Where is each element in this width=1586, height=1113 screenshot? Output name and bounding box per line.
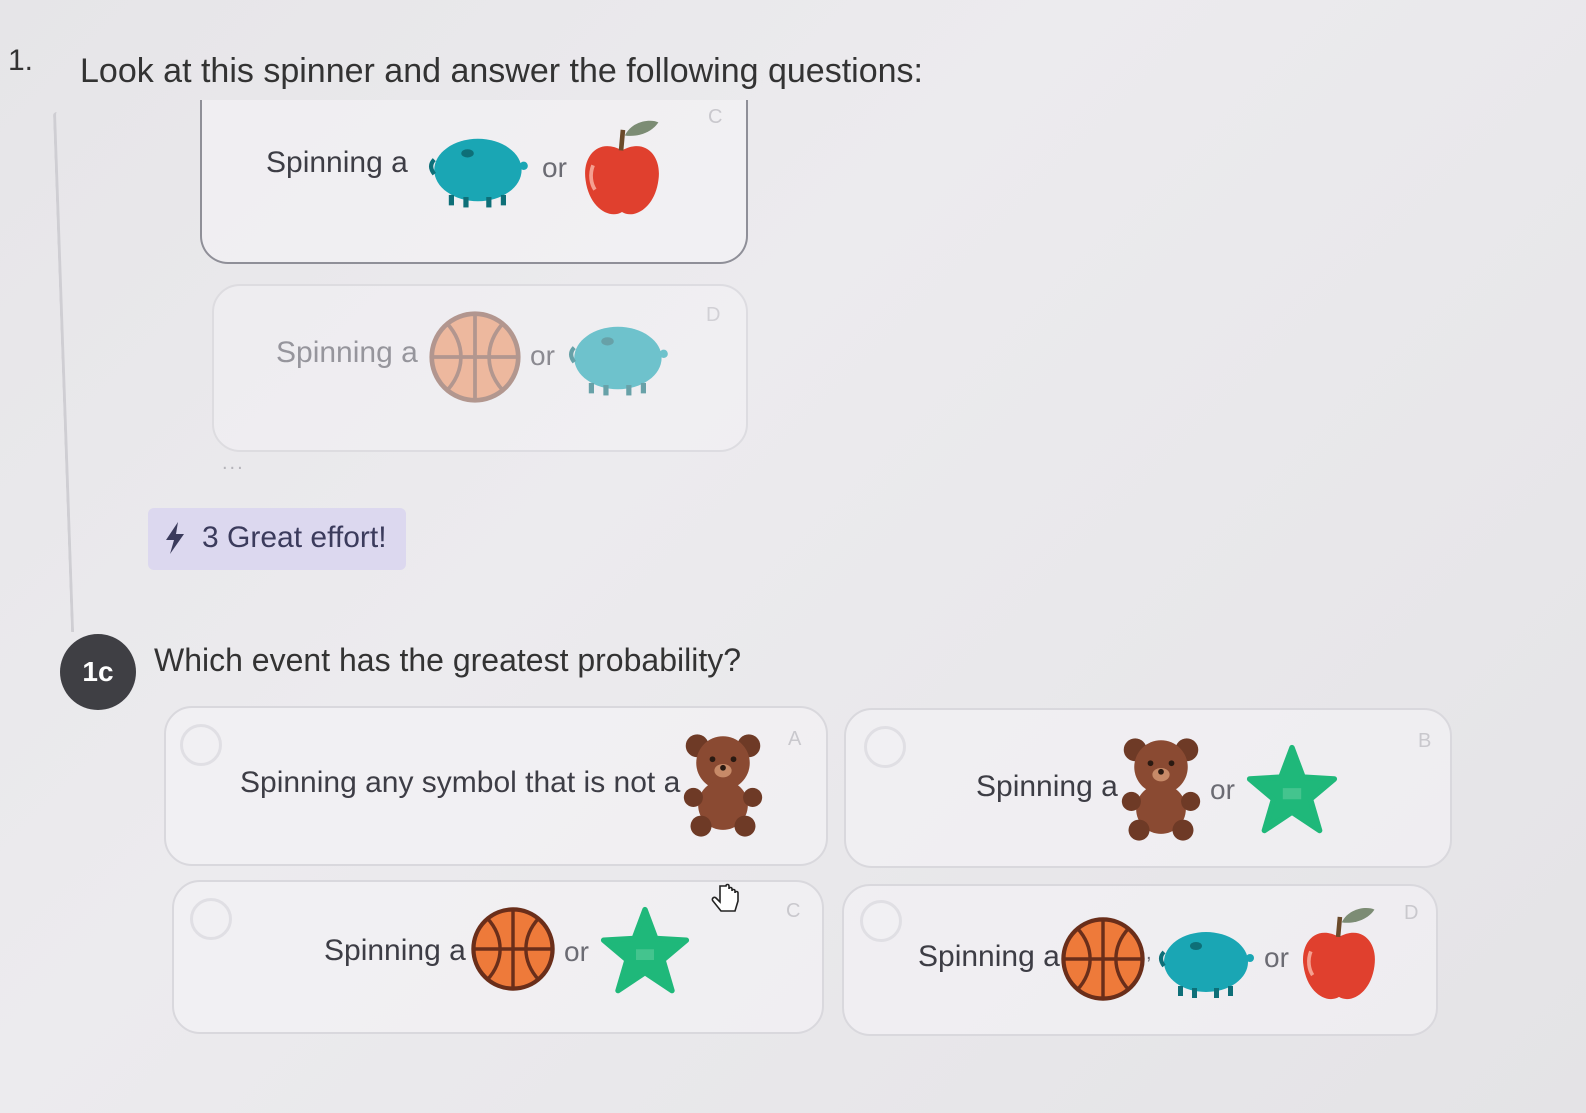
- question-number: 1.: [8, 44, 34, 77]
- previous-option-d[interactable]: Spinning a or D: [212, 284, 748, 452]
- star-icon: [1246, 744, 1338, 836]
- option-text: Spinning a: [324, 934, 466, 967]
- apple-icon: [580, 114, 664, 226]
- page-title: Look at this spinner and answer the foll…: [80, 52, 923, 90]
- option-text: Spinning a: [276, 336, 418, 369]
- star-icon: [600, 906, 690, 996]
- pig-icon: [568, 316, 672, 400]
- option-letter: B: [1418, 730, 1432, 752]
- option-text: Spinning a: [918, 940, 1060, 973]
- hand-cursor-icon: [711, 883, 739, 912]
- previous-option-c[interactable]: Spinning a or C: [200, 100, 748, 264]
- option-letter: D: [706, 304, 721, 326]
- option-letter: A: [788, 728, 802, 750]
- question-text: Which event has the greatest probability…: [154, 642, 741, 678]
- answer-option-b[interactable]: B Spinning a or: [844, 708, 1452, 868]
- or-label: or: [564, 936, 589, 967]
- basketball-icon: [428, 308, 522, 406]
- answer-option-a[interactable]: A Spinning any symbol that is not a: [164, 706, 828, 866]
- option-letter: C: [708, 106, 723, 128]
- basketball-icon: [1060, 916, 1146, 1002]
- or-label: or: [1264, 942, 1289, 973]
- option-letter: D: [1404, 902, 1419, 924]
- option-text: Spinning a: [266, 146, 408, 179]
- feedback-badge: 3 Great effort!: [148, 508, 406, 570]
- radio-a[interactable]: [180, 724, 222, 766]
- apple-icon: [1298, 906, 1380, 1006]
- or-label: or: [1210, 774, 1235, 805]
- or-label: or: [542, 152, 567, 183]
- answer-option-d[interactable]: D Spinning a , or: [842, 884, 1438, 1036]
- pig-icon: [1158, 922, 1258, 1002]
- or-label: or: [530, 340, 555, 371]
- basketball-icon: [470, 906, 556, 992]
- bear-icon: [680, 732, 766, 838]
- ellipsis: ...: [222, 452, 245, 474]
- option-text: Spinning any symbol that is not a: [240, 766, 681, 799]
- radio-b[interactable]: [864, 726, 906, 768]
- bear-icon: [1118, 736, 1204, 842]
- question-rail: [52, 112, 109, 632]
- step-marker: 1c: [60, 634, 136, 710]
- lightning-icon: [166, 522, 184, 554]
- radio-d[interactable]: [860, 900, 902, 942]
- radio-c[interactable]: [190, 898, 232, 940]
- pig-icon: [428, 128, 532, 212]
- option-text: Spinning a: [976, 770, 1118, 803]
- separator: ,: [1146, 942, 1152, 964]
- feedback-text: 3 Great effort!: [202, 521, 387, 554]
- option-letter: C: [786, 900, 801, 922]
